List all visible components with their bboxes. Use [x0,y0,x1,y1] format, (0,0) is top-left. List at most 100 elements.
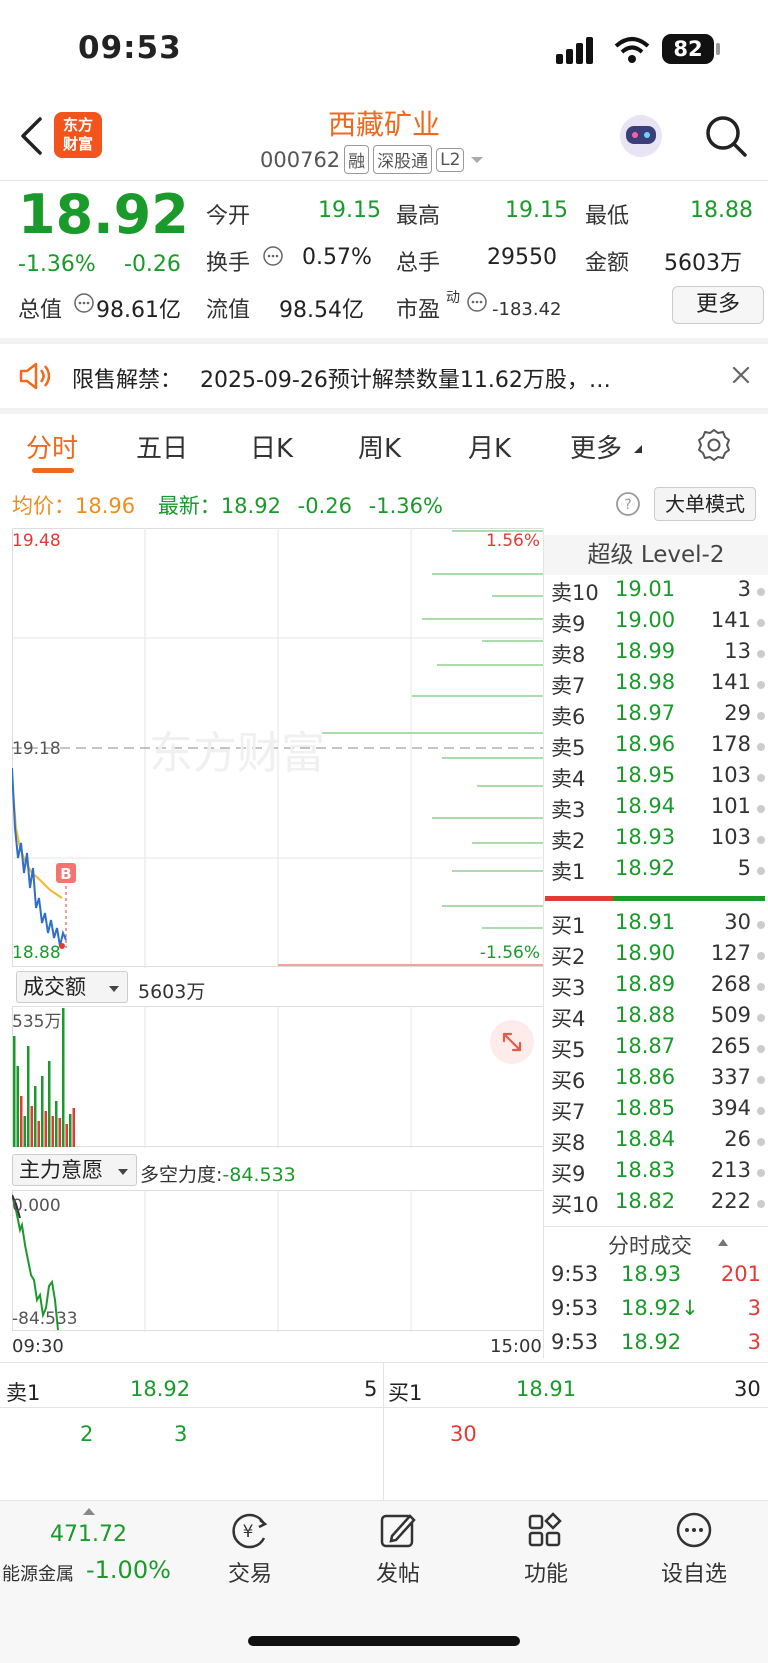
info-dots-icon[interactable] [73,292,95,314]
order-level: 买9 [551,1162,586,1186]
queue-buy-order: 30 [450,1422,477,1446]
tab-weekly-k[interactable]: 周K [358,428,401,465]
avg-value: 18.96 [75,494,136,518]
more-quote-button[interactable]: 更多 [672,286,764,324]
tag-level2: L2 [436,147,465,172]
order-level: 卖8 [551,643,586,667]
pe-value: -183.42 [492,299,562,320]
bid-row[interactable]: 买6 18.86 337 [551,1065,765,1096]
volume-chart[interactable]: 535万 [12,1006,544,1148]
low-value: 18.88 [690,198,753,223]
unlock-notice[interactable]: 限售解禁： 2025-09-26预计解禁数量11.62万股，… [0,342,768,408]
svg-text:?: ? [624,497,631,513]
order-volume: 509 [710,1003,751,1027]
bid-row[interactable]: 买8 18.84 26 [551,1127,765,1158]
ask-bid-ratio-red [545,896,613,901]
order-price: 18.90 [615,941,676,965]
order-volume: 29 [724,701,751,725]
sector-index-value[interactable]: 471.72 [50,1522,127,1547]
order-level: 买6 [551,1069,586,1093]
bid-row[interactable]: 买1 18.91 30 [551,910,765,941]
order-dot [757,1107,765,1115]
order-level: 买4 [551,1007,586,1031]
pe-label: 市盈 [396,298,441,323]
trades-title[interactable]: 分时成交 [608,1230,692,1260]
bid-row[interactable]: 买7 18.85 394 [551,1096,765,1127]
trade-time: 9:53 [551,1296,599,1320]
order-price: 18.83 [615,1158,676,1182]
large-order-mode-button[interactable]: 大单模式 [654,487,756,521]
bid-row[interactable]: 买10 18.82 222 [551,1189,765,1220]
ask-row[interactable]: 卖5 18.96 178 [551,732,765,763]
order-price: 18.99 [615,639,676,663]
order-price: 18.98 [615,670,676,694]
high-value: 19.15 [505,198,568,223]
ask-row[interactable]: 卖3 18.94 101 [551,794,765,825]
stock-code-row[interactable]: 000762 融 深股通 L2 [260,145,486,174]
order-price: 18.88 [615,1003,676,1027]
order-price: 19.00 [615,608,676,632]
ask-row[interactable]: 卖2 18.93 103 [551,825,765,856]
order-price: 18.84 [615,1127,676,1151]
main-force-indicator-select[interactable]: 主力意愿 [12,1154,137,1186]
indicator-chart[interactable]: 0.000 -84.533 [12,1190,544,1332]
bid-row[interactable]: 买9 18.83 213 [551,1158,765,1189]
bid-row[interactable]: 买2 18.90 127 [551,941,765,972]
info-dots-icon[interactable] [466,291,488,313]
nav-functions[interactable]: 功能 [486,1510,606,1588]
volume-total: 5603万 [138,981,206,1003]
robot-assistant-icon[interactable] [616,112,666,160]
level2-title[interactable]: 超级 Level-2 [544,535,768,575]
order-volume: 268 [710,972,751,996]
bid-row[interactable]: 买3 18.89 268 [551,972,765,1003]
order-level: 卖10 [551,581,599,605]
trade-price: 18.93 [621,1262,682,1286]
bid-row[interactable]: 买5 18.87 265 [551,1034,765,1065]
order-dot [757,983,765,991]
tab-daily-k[interactable]: 日K [250,428,293,465]
ask-row[interactable]: 卖9 19.00 141 [551,608,765,639]
ask-row[interactable]: 卖8 18.99 13 [551,639,765,670]
order-level: 买1 [551,914,586,938]
tab-five-day[interactable]: 五日 [136,428,188,465]
order-level: 买3 [551,976,586,1000]
order-price: 18.91 [615,910,676,934]
header-divider [0,180,768,181]
open-value: 19.15 [318,198,381,223]
volume-axis-max: 535万 [12,1012,61,1032]
turnover-label: 换手 [206,251,251,276]
trade-time: 9:53 [551,1330,599,1354]
nav-watchlist[interactable]: 设自选 [634,1510,754,1588]
sector-name[interactable]: 能源金属 [2,1560,74,1586]
order-dot [757,1045,765,1053]
order-price: 18.82 [615,1189,676,1213]
buy-marker-label: B [60,865,71,883]
bid-row[interactable]: 买4 18.88 509 [551,1003,765,1034]
trades-divider [544,1226,768,1227]
tab-more[interactable]: 更多 [570,428,622,465]
volume-indicator-select[interactable]: 成交额 [16,971,128,1003]
nav-trade[interactable]: ¥ 交易 [190,1510,310,1588]
ask-row[interactable]: 卖6 18.97 29 [551,701,765,732]
home-indicator[interactable] [248,1636,520,1646]
order-dot [757,836,765,844]
help-icon[interactable]: ? [614,490,642,518]
close-icon[interactable] [730,364,752,386]
intraday-price-chart[interactable]: 东方财富 B 19.48 19.18 18.88 1.56% -1.56% [12,528,544,968]
tab-intraday[interactable]: 分时 [26,428,78,465]
ask-row[interactable]: 卖4 18.95 103 [551,763,765,794]
caret-up-icon [718,1239,728,1246]
tab-monthly-k[interactable]: 月K [468,428,511,465]
info-dots-icon[interactable] [262,245,284,267]
ask-row[interactable]: 卖10 19.01 3 [551,577,765,608]
indicator-label: 主力意愿 [19,1158,103,1182]
order-price: 18.97 [615,701,676,725]
trade-price: 18.92 [621,1330,682,1354]
gear-icon[interactable] [697,428,731,462]
search-icon[interactable] [704,114,748,158]
queue-top-divider [0,1362,768,1363]
ask-row[interactable]: 卖1 18.92 5 [551,856,765,887]
nav-post[interactable]: 发帖 [338,1510,458,1588]
queue-sell-price: 18.92 [130,1377,191,1401]
ask-row[interactable]: 卖7 18.98 141 [551,670,765,701]
